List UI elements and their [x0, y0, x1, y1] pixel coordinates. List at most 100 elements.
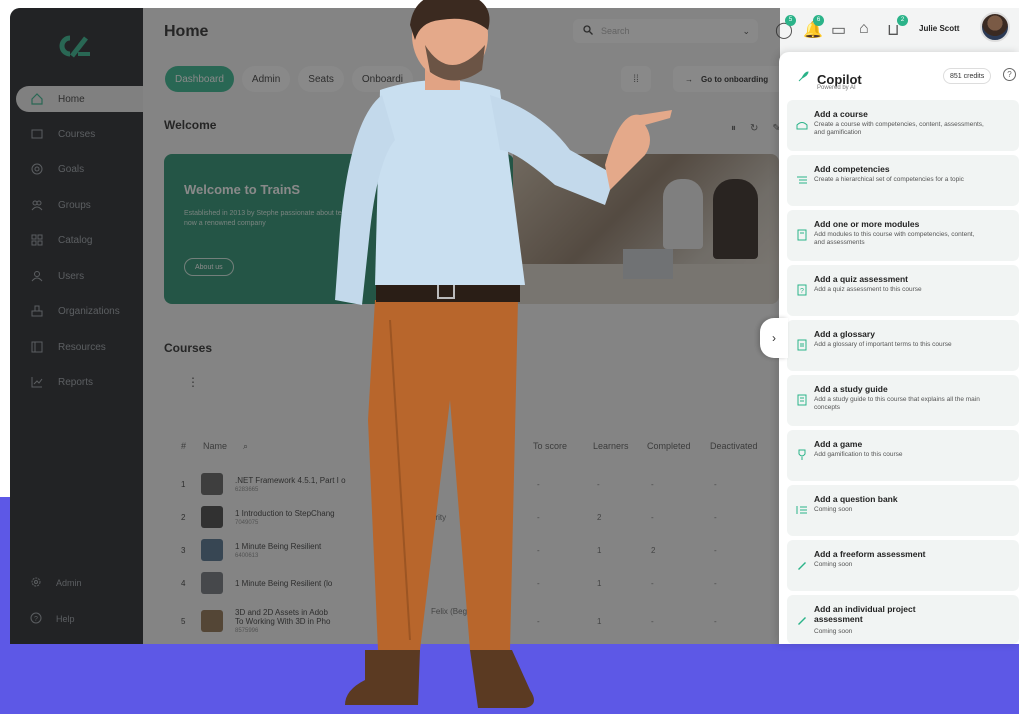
trash-icon[interactable]: ⌂ [859, 20, 875, 38]
sidebar-item-label: Reports [58, 376, 94, 388]
card-description: Coming soon [814, 628, 853, 635]
sidebar-item-users[interactable]: Users [16, 263, 143, 289]
credits-badge[interactable]: 851 credits [943, 68, 992, 84]
card-title: Add a question bank [814, 494, 898, 504]
welcome-card-title: Welcome to TrainS [184, 182, 301, 197]
cell-deactivated: - [714, 616, 717, 626]
tab-dashboard[interactable]: Dashboard [165, 66, 234, 92]
person-figure [335, 0, 672, 708]
card-description: Add a quiz assessment to this course [814, 286, 922, 293]
trophy-icon [796, 448, 808, 460]
col-header-number: # [181, 441, 187, 451]
copilot-card-add-course[interactable]: Add a course Create a course with compet… [787, 100, 1019, 151]
sidebar-item-label: Home [58, 93, 85, 105]
page-title: Home [164, 23, 209, 40]
cell-deactivated: - [714, 578, 717, 588]
copilot-card-add-study-guide[interactable]: Add a study guide Add a study guide to t… [787, 375, 1019, 426]
pencil-icon [796, 613, 808, 625]
stage: Home Courses Goals Groups Catalog Users [0, 0, 1019, 714]
course-icon [796, 118, 808, 130]
sidebar-item-label: Resources [58, 341, 106, 353]
sidebar-item-admin[interactable]: Admin [16, 576, 143, 590]
list-icon [796, 173, 808, 185]
copilot-card-add-competencies[interactable]: Add competencies Create a hierarchical s… [787, 155, 1019, 206]
target-icon [30, 162, 44, 176]
card-description: Coming soon [814, 506, 853, 513]
card-title: Add a game [814, 439, 863, 449]
tab-admin[interactable]: Admin [241, 66, 291, 92]
row-number: 5 [181, 616, 186, 626]
logo [56, 32, 96, 60]
about-us-button[interactable]: About us [184, 258, 234, 276]
help-icon: ? [30, 612, 42, 626]
guide-icon [796, 393, 808, 406]
cell-deactivated: - [714, 545, 717, 555]
card-description: Add a glossary of important terms to thi… [814, 341, 952, 348]
copilot-card-add-game[interactable]: Add a game Add gamification to this cour… [787, 430, 1019, 481]
cell-deactivated: - [714, 512, 717, 522]
bell-icon[interactable]: 🔔 6 [803, 15, 824, 39]
avatar[interactable] [980, 12, 1010, 42]
copilot-subtitle: Powered by AI [817, 85, 856, 91]
chat-icon[interactable]: ◯ 5 [775, 15, 796, 39]
cart-badge: 2 [897, 15, 908, 26]
course-thumbnail [201, 610, 223, 632]
go-to-onboarding-button[interactable]: → Go to onboarding [673, 66, 793, 92]
user-name[interactable]: Julie Scott [919, 24, 959, 33]
card-title: Add a study guide [814, 384, 888, 394]
collapse-panel-button[interactable]: › [760, 318, 788, 358]
card-title: Add a freeform assessment [814, 549, 926, 559]
sidebar-item-label: Groups [58, 199, 91, 211]
row-number: 2 [181, 512, 186, 522]
sidebar-item-resources[interactable]: Resources [16, 334, 143, 360]
sidebar-item-goals[interactable]: Goals [16, 156, 143, 182]
row-number: 3 [181, 545, 186, 555]
more-options-icon[interactable]: ⋮ [187, 375, 199, 389]
sidebar-item-label: Goals [58, 163, 85, 175]
calendar-icon[interactable]: ▭ [831, 20, 847, 39]
sidebar-item-organizations[interactable]: Organizations [16, 298, 143, 324]
grid-icon [30, 233, 44, 247]
quiz-icon: ? [796, 283, 808, 296]
module-icon [796, 228, 808, 241]
row-number: 1 [181, 479, 186, 489]
col-header-name[interactable]: Name [203, 441, 243, 452]
sidebar-item-help[interactable]: ? Help [16, 612, 143, 626]
card-description: Add gamification to this course [814, 451, 903, 458]
sidebar-item-reports[interactable]: Reports [16, 369, 143, 395]
chevron-down-icon[interactable]: ⌄ [742, 26, 750, 37]
cart-icon[interactable]: ⊔ 2 [887, 15, 908, 39]
copilot-card-add-modules[interactable]: Add one or more modules Add modules to t… [787, 210, 1019, 261]
copilot-card-add-project-assessment[interactable]: Add an individual project assessment Com… [787, 595, 1019, 644]
chart-icon [30, 375, 44, 389]
sidebar-item-catalog[interactable]: Catalog [16, 227, 143, 253]
help-icon[interactable]: ? [1003, 68, 1016, 81]
copilot-card-add-glossary[interactable]: Add a glossary Add a glossary of importa… [787, 320, 1019, 371]
svg-text:?: ? [34, 616, 38, 623]
user-icon [30, 269, 44, 283]
sidebar-item-label: Catalog [58, 234, 93, 246]
arrow-right-icon: → [685, 74, 693, 84]
card-title: Add competencies [814, 164, 890, 174]
question-bank-icon [796, 503, 808, 515]
courses-section-title: Courses [164, 341, 213, 355]
refresh-icon[interactable]: ↻ [750, 123, 758, 134]
resources-icon [30, 340, 44, 354]
chevron-right-icon: › [772, 331, 776, 345]
sidebar-item-label: Organizations [58, 305, 120, 317]
sidebar-item-label: Help [56, 614, 75, 624]
copilot-card-add-quiz[interactable]: ? Add a quiz assessment Add a quiz asses… [787, 265, 1019, 316]
course-thumbnail [201, 539, 223, 561]
sidebar-item-groups[interactable]: Groups [16, 192, 143, 218]
card-title: Add a quiz assessment [814, 274, 909, 284]
copilot-card-add-freeform-assessment[interactable]: Add a freeform assessment Coming soon [787, 540, 1019, 591]
sidebar: Home Courses Goals Groups Catalog Users [10, 8, 143, 644]
pause-icon[interactable]: ⏸ [731, 123, 736, 134]
sidebar-item-courses[interactable]: Courses [16, 121, 143, 147]
sidebar-item-home[interactable]: Home [16, 86, 143, 112]
onboarding-label: Go to onboarding [701, 74, 769, 84]
row-number: 4 [181, 578, 186, 588]
card-description: Add a study guide to this course that ex… [814, 396, 980, 411]
col-header-deactivated[interactable]: Deactivated [710, 441, 780, 452]
copilot-card-add-question-bank[interactable]: Add a question bank Coming soon [787, 485, 1019, 536]
